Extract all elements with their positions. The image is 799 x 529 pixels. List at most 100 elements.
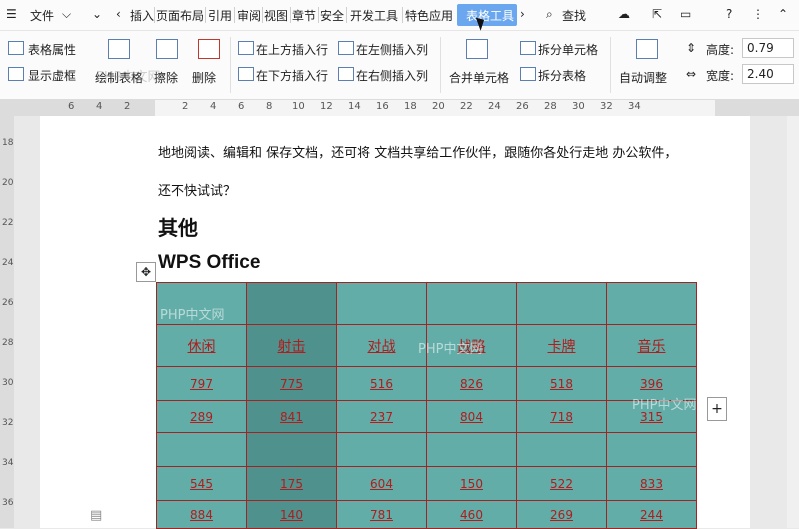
add-column-icon[interactable]: +: [707, 397, 727, 421]
table-cell[interactable]: 604: [336, 466, 427, 501]
scroll-right-icon[interactable]: ›: [520, 7, 525, 21]
menu-security[interactable]: 安全: [320, 7, 344, 24]
vertical-ruler[interactable]: 18 20 22 24 26 28 30 32 34 36: [0, 116, 14, 528]
table-cell[interactable]: 797: [156, 366, 247, 401]
table-cell[interactable]: 804: [426, 400, 517, 433]
auto-fit-button[interactable]: 自动调整: [619, 69, 667, 86]
table-cell[interactable]: [336, 282, 427, 325]
collapse-icon[interactable]: ⌃: [778, 7, 788, 21]
height-label: 高度:: [706, 43, 735, 57]
table-cell[interactable]: 841: [246, 400, 337, 433]
menu-bar: ☰ 文件 ⌵ ⌄ ‹ 插入 页面布局 引用 审阅 视图 章节 安全 开发工具 特…: [0, 0, 799, 31]
export-icon[interactable]: ▭: [680, 7, 691, 21]
search-label[interactable]: 查找: [562, 7, 586, 24]
table-cell[interactable]: [156, 432, 247, 467]
table-cell[interactable]: 150: [426, 466, 517, 501]
menu-special[interactable]: 特色应用: [405, 7, 453, 24]
tab-table-tools[interactable]: 表格工具: [466, 7, 514, 24]
search-icon[interactable]: ⌕: [546, 7, 553, 22]
quick-access-icon[interactable]: ⌄: [92, 7, 102, 21]
help-icon[interactable]: ?: [726, 7, 732, 21]
table-cell[interactable]: [246, 282, 337, 325]
watermark: PHP中文网: [632, 398, 697, 413]
table-cell[interactable]: 781: [336, 500, 427, 529]
data-table[interactable]: 休闲 射击 对战 战略 卡牌 音乐 797 775 516 826 518 39…: [156, 282, 697, 529]
table-cell[interactable]: 237: [336, 400, 427, 433]
insert-right-icon: [338, 67, 354, 81]
menu-view[interactable]: 视图: [264, 7, 288, 24]
table-cell[interactable]: [516, 282, 607, 325]
table-header-cell[interactable]: 休闲: [156, 324, 247, 367]
table-cell[interactable]: 826: [426, 366, 517, 401]
split-table-icon: [520, 67, 536, 81]
table-cell[interactable]: 545: [156, 466, 247, 501]
table-cell[interactable]: [516, 432, 607, 467]
table-cell[interactable]: 518: [516, 366, 607, 401]
table-cell[interactable]: 460: [426, 500, 517, 529]
cloud-sync-icon[interactable]: ☁: [618, 7, 630, 21]
chevron-down-icon[interactable]: ⌵: [62, 7, 71, 22]
table-cell[interactable]: 884: [156, 500, 247, 529]
auto-fit-icon: [636, 39, 658, 59]
menu-insert[interactable]: 插入: [130, 7, 154, 24]
table-cell[interactable]: 140: [246, 500, 337, 529]
heading-wps-office: WPS Office: [158, 252, 261, 273]
menu-page-layout[interactable]: 页面布局: [156, 7, 204, 24]
table-header-cell[interactable]: 音乐: [606, 324, 697, 367]
table-cell[interactable]: [606, 282, 697, 325]
table-cell[interactable]: 718: [516, 400, 607, 433]
table-header-cell[interactable]: 卡牌: [516, 324, 607, 367]
insert-below-icon: [238, 67, 254, 81]
table-cell[interactable]: 269: [516, 500, 607, 529]
paragraph-line-1: 地地阅读、编辑和 保存文档，还可将 文档共享给工作伙伴，跟随你各处行走地 办公软…: [158, 146, 678, 161]
table-move-handle-icon[interactable]: ✥: [136, 262, 156, 282]
table-cell[interactable]: [246, 432, 337, 467]
menu-reference[interactable]: 引用: [208, 7, 232, 24]
menu-icon[interactable]: ☰: [6, 7, 17, 21]
more-icon[interactable]: ⋮: [752, 7, 764, 21]
menu-chapter[interactable]: 章节: [292, 7, 316, 24]
table-cell[interactable]: 175: [246, 466, 337, 501]
table-cell[interactable]: 775: [246, 366, 337, 401]
table-cell[interactable]: 289: [156, 400, 247, 433]
menu-file[interactable]: 文件: [30, 7, 54, 24]
vertical-scrollbar[interactable]: [787, 116, 799, 528]
split-table-button[interactable]: 拆分表格: [538, 67, 586, 84]
menu-review[interactable]: 审阅: [237, 7, 261, 24]
table-cell[interactable]: 244: [606, 500, 697, 529]
horizontal-ruler[interactable]: 6 4 2 2 4 6 8 10 12 14 16 18 20 22 24 26…: [0, 100, 799, 116]
table-header-cell[interactable]: 对战: [336, 324, 427, 367]
table-properties-icon: [8, 41, 24, 55]
table-cell[interactable]: [336, 432, 427, 467]
document-icon[interactable]: ▤: [90, 508, 102, 523]
height-input[interactable]: 0.79: [742, 38, 794, 58]
width-icon: ⇔: [686, 67, 697, 81]
show-gridlines-button[interactable]: 显示虚框: [28, 67, 76, 84]
eraser-icon: [156, 39, 178, 59]
width-label: 宽度:: [706, 69, 735, 83]
split-cells-button[interactable]: 拆分单元格: [538, 41, 598, 58]
watermark: PHP中文网: [96, 70, 161, 85]
scroll-left-icon[interactable]: ‹: [116, 7, 121, 21]
table-cell[interactable]: [426, 282, 517, 325]
table-cell[interactable]: [606, 432, 697, 467]
table-properties-button[interactable]: 表格属性: [28, 41, 76, 58]
share-icon[interactable]: ⇱: [652, 7, 662, 21]
delete-icon: [198, 39, 220, 59]
table-cell[interactable]: 516: [336, 366, 427, 401]
table-cell[interactable]: 833: [606, 466, 697, 501]
width-input[interactable]: 2.40: [742, 64, 794, 84]
show-gridlines-icon: [8, 67, 24, 81]
insert-right-button[interactable]: 在右侧插入列: [356, 67, 428, 84]
watermark: PHP中文网: [160, 308, 225, 323]
insert-above-button[interactable]: 在上方插入行: [256, 41, 328, 58]
table-header-cell[interactable]: 射击: [246, 324, 337, 367]
height-icon: ⇕: [686, 41, 697, 55]
insert-below-button[interactable]: 在下方插入行: [256, 67, 328, 84]
insert-left-button[interactable]: 在左侧插入列: [356, 41, 428, 58]
table-cell[interactable]: 522: [516, 466, 607, 501]
delete-button[interactable]: 删除: [192, 69, 216, 86]
table-cell[interactable]: [426, 432, 517, 467]
merge-cells-button[interactable]: 合并单元格: [449, 69, 509, 86]
menu-developer[interactable]: 开发工具: [350, 7, 398, 24]
